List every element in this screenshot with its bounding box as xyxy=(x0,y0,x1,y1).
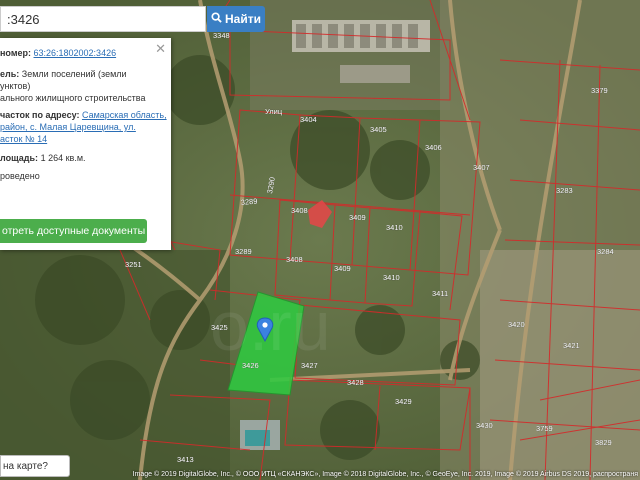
category-label: ель: xyxy=(0,69,20,79)
parcel-label-3408: 3408 xyxy=(286,255,303,264)
parcel-label-3405: 3405 xyxy=(370,125,387,134)
parcel-label-3407: 3407 xyxy=(473,163,490,172)
map-question-label: на карте? xyxy=(3,460,48,472)
parcel-label-3283: 3283 xyxy=(556,186,573,195)
address-link-3[interactable]: асток № 14 xyxy=(0,134,47,144)
address-link-2[interactable]: район, с. Малая Царевщина, ул. xyxy=(0,122,136,132)
parcel-label-3425: 3425 xyxy=(211,323,228,332)
parcel-label-3404: 3404 xyxy=(300,115,317,124)
parcel-label-3410: 3410 xyxy=(386,223,403,232)
address-label: часток по адресу: xyxy=(0,110,80,120)
parcel-label-3251: 3251 xyxy=(125,260,142,269)
parcel-label-3427: 3427 xyxy=(301,361,318,370)
parcel-label-3428: 3428 xyxy=(347,378,364,387)
parcel-label-3413: 3413 xyxy=(177,455,194,464)
area-label: лощадь: xyxy=(0,153,39,163)
map-question-button[interactable]: на карте? xyxy=(0,455,70,477)
parcel-label-3379: 3379 xyxy=(591,86,608,95)
find-button-label: Найти xyxy=(225,12,261,26)
cadastral-number-link[interactable]: 63:26:1802002:3426 xyxy=(34,48,117,58)
view-documents-button[interactable]: отреть доступные документы xyxy=(0,219,147,243)
permitted-use-value: ального жилищного строительства xyxy=(0,93,146,103)
search-input[interactable] xyxy=(1,7,205,31)
parcel-label-3406: 3406 xyxy=(425,143,442,152)
street-label: Улиц xyxy=(265,107,283,116)
parcel-label-3759: 3759 xyxy=(536,424,553,433)
search-icon xyxy=(211,12,222,26)
find-button[interactable]: Найти xyxy=(207,6,265,32)
view-documents-label: отреть доступные документы xyxy=(2,225,146,237)
cadastral-search-box[interactable] xyxy=(0,6,206,32)
map-attribution: Image © 2019 DigitalGlobe, Inc., © ООО И… xyxy=(132,471,638,478)
category-value: Земли поселений (земли xyxy=(21,69,127,79)
parcel-label-3409: 3409 xyxy=(334,264,351,273)
survey-status: роведено xyxy=(0,171,40,181)
category-value-cont: унктов) xyxy=(0,81,31,91)
parcel-label-3409: 3409 xyxy=(349,213,366,222)
cadastral-number-label: номер: xyxy=(0,48,31,58)
parcel-label-3426: 3426 xyxy=(242,361,259,370)
close-icon[interactable]: ✕ xyxy=(155,41,166,57)
parcel-info-panel: ✕ номер: 63:26:1802002:3426 ель: Земли п… xyxy=(0,38,171,250)
parcel-label-3410: 3410 xyxy=(383,273,400,282)
parcel-label-3429: 3429 xyxy=(395,397,412,406)
parcel-label-3420: 3420 xyxy=(508,320,525,329)
parcel-label-3348: 3348 xyxy=(213,31,230,40)
parcel-label-3408: 3408 xyxy=(291,206,308,215)
parcel-label-3430: 3430 xyxy=(476,421,493,430)
parcel-label-3421: 3421 xyxy=(563,341,580,350)
parcel-label-3289: 3289 xyxy=(240,197,257,207)
parcel-label-3411: 3411 xyxy=(432,289,448,298)
address-link-1[interactable]: Самарская область, xyxy=(82,110,167,120)
parcel-label-3829: 3829 xyxy=(595,438,612,447)
parcel-label-3289: 3289 xyxy=(235,247,252,256)
area-value: 1 264 кв.м. xyxy=(40,153,86,163)
parcel-label-3284: 3284 xyxy=(597,247,614,256)
